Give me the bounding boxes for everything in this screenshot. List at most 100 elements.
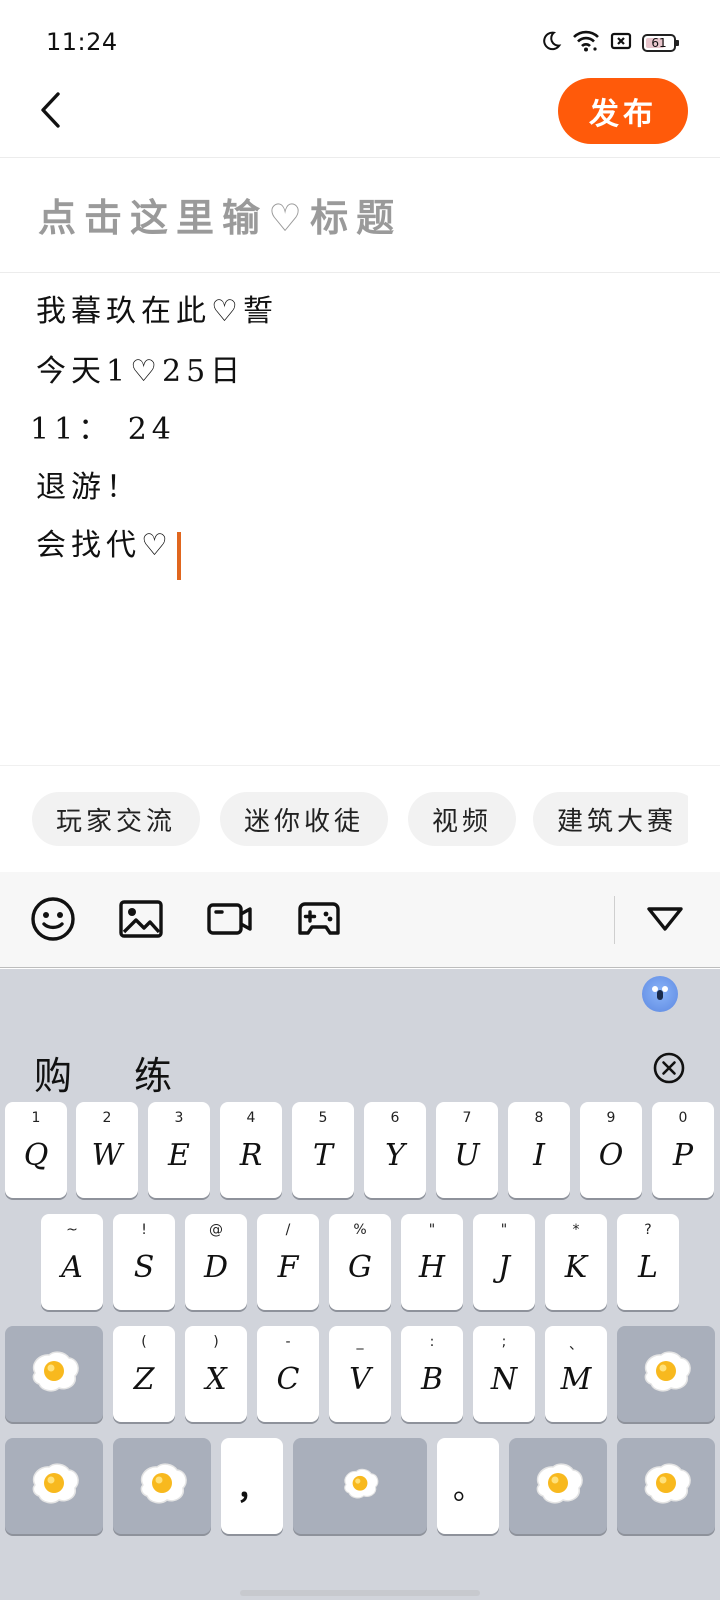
key-n[interactable]: ; N xyxy=(473,1326,535,1422)
key-a[interactable]: ~ A xyxy=(41,1214,103,1310)
key-label: E xyxy=(168,1138,190,1173)
back-button[interactable] xyxy=(30,88,70,132)
key-h[interactable]: " H xyxy=(401,1214,463,1310)
key-l[interactable]: ? L xyxy=(617,1214,679,1310)
video-button[interactable] xyxy=(203,892,257,946)
candidate-word[interactable]: 购 xyxy=(34,1045,72,1100)
body-line: 11： 24 xyxy=(30,412,176,447)
key-hint: _ xyxy=(356,1334,364,1350)
close-circle-icon xyxy=(653,1052,685,1084)
game-button[interactable] xyxy=(292,892,346,946)
key-v[interactable]: _ V xyxy=(329,1326,391,1422)
key-label: K xyxy=(564,1250,588,1285)
body-line: 会找代♡ xyxy=(36,528,173,563)
image-button[interactable] xyxy=(114,892,168,946)
numbers-key[interactable] xyxy=(113,1438,211,1534)
key-m[interactable]: 、 M xyxy=(545,1326,607,1422)
symbols-key[interactable] xyxy=(5,1438,103,1534)
key-hint: ; xyxy=(501,1334,507,1350)
key-s[interactable]: ! S xyxy=(113,1214,175,1310)
battery-icon: 61 xyxy=(642,34,679,52)
tag-chip[interactable]: 迷你收徒 xyxy=(220,792,389,846)
key-label: O xyxy=(598,1138,624,1173)
key-k[interactable]: * K xyxy=(545,1214,607,1310)
key-c[interactable]: -C xyxy=(257,1326,319,1422)
key-u[interactable]: 7U xyxy=(436,1102,498,1198)
key-w[interactable]: 2W xyxy=(76,1102,138,1198)
key-label: X xyxy=(205,1362,227,1397)
key-label: H xyxy=(418,1250,446,1285)
enter-key[interactable] xyxy=(617,1438,715,1534)
home-indicator[interactable] xyxy=(240,1590,480,1596)
key-label: S xyxy=(133,1250,155,1285)
key-hint: 5 xyxy=(318,1110,328,1126)
key-x[interactable]: ) X xyxy=(185,1326,247,1422)
key-b[interactable]: :B xyxy=(401,1326,463,1422)
body-editor[interactable]: 我暮玖在此♡誓 今天1♡25日 11： 24 退游！ 会找代♡ xyxy=(0,274,720,766)
key-hint: ~ xyxy=(66,1222,78,1238)
key-y[interactable]: 6Y xyxy=(364,1102,426,1198)
backspace-key[interactable] xyxy=(617,1326,715,1422)
tag-chip[interactable]: 玩家交流 xyxy=(32,792,201,846)
key-label: D xyxy=(203,1250,229,1285)
key-p[interactable]: 0P xyxy=(652,1102,714,1198)
key-i[interactable]: 8I xyxy=(508,1102,570,1198)
image-icon xyxy=(119,900,163,938)
body-line: 退游！ xyxy=(36,470,141,505)
key-hint: 8 xyxy=(534,1110,544,1126)
collapse-triangle-icon xyxy=(647,907,683,931)
title-field[interactable]: 点击这里输♡标题 xyxy=(0,159,720,273)
key-e[interactable]: 3E xyxy=(148,1102,210,1198)
key-hint: " xyxy=(500,1222,508,1238)
sim-off-icon xyxy=(610,31,632,55)
candidate-word[interactable]: 练 xyxy=(134,1045,172,1100)
period-key[interactable]: 。 xyxy=(437,1438,499,1534)
video-icon xyxy=(207,903,252,935)
collapse-button[interactable] xyxy=(638,892,692,946)
language-key[interactable] xyxy=(509,1438,607,1534)
key-hint: ? xyxy=(644,1222,652,1238)
key-label: L xyxy=(638,1250,658,1285)
key-f[interactable]: / F xyxy=(257,1214,319,1310)
body-line: 我暮玖在此♡誓 xyxy=(36,294,278,329)
top-nav: 发布 xyxy=(0,76,720,158)
emoji-button[interactable] xyxy=(26,892,80,946)
status-time: 11:24 xyxy=(46,28,118,56)
key-hint: ! xyxy=(141,1222,147,1238)
key-label: R xyxy=(239,1138,263,1173)
key-hint: / xyxy=(285,1222,291,1238)
key-z[interactable]: (Z xyxy=(113,1326,175,1422)
fried-egg-icon xyxy=(27,1461,81,1511)
status-bar: 11:24 61 xyxy=(0,0,720,86)
key-r[interactable]: 4R xyxy=(220,1102,282,1198)
key-hint: 4 xyxy=(246,1110,256,1126)
tag-chip[interactable]: 视频 xyxy=(408,792,517,846)
soft-keyboard: 购 练 1Q 2W 3E 4R 5T 6Y 7U 8I 9O 0P ~ A ! S … xyxy=(0,969,720,1600)
space-key[interactable] xyxy=(293,1438,427,1534)
key-hint: - xyxy=(285,1334,291,1350)
key-hint: " xyxy=(428,1222,436,1238)
publish-button[interactable]: 发布 xyxy=(558,78,688,144)
moon-icon xyxy=(540,30,562,56)
key-g[interactable]: % G xyxy=(329,1214,391,1310)
key-t[interactable]: 5T xyxy=(292,1102,354,1198)
key-label: U xyxy=(454,1138,480,1173)
key-o[interactable]: 9O xyxy=(580,1102,642,1198)
clear-candidates-button[interactable] xyxy=(652,1051,686,1085)
comma-key[interactable]: ， xyxy=(221,1438,283,1534)
koala-mascot-icon[interactable] xyxy=(642,976,678,1012)
key-q[interactable]: 1Q xyxy=(5,1102,67,1198)
tag-row: 玩家交流 迷你收徒 视频 建筑大赛 xyxy=(0,784,720,860)
gamepad-icon xyxy=(298,902,340,935)
chevron-left-icon xyxy=(41,92,60,128)
key-label: ， xyxy=(237,1472,267,1507)
key-label: T xyxy=(312,1138,333,1173)
key-j[interactable]: " J xyxy=(473,1214,535,1310)
fried-egg-icon xyxy=(340,1467,380,1505)
key-hint: 1 xyxy=(31,1110,41,1126)
emoji-icon xyxy=(31,897,75,941)
key-label: A xyxy=(61,1250,83,1285)
tag-chip[interactable]: 建筑大赛 xyxy=(533,792,688,846)
shift-key[interactable] xyxy=(5,1326,103,1422)
key-d[interactable]: @ D xyxy=(185,1214,247,1310)
